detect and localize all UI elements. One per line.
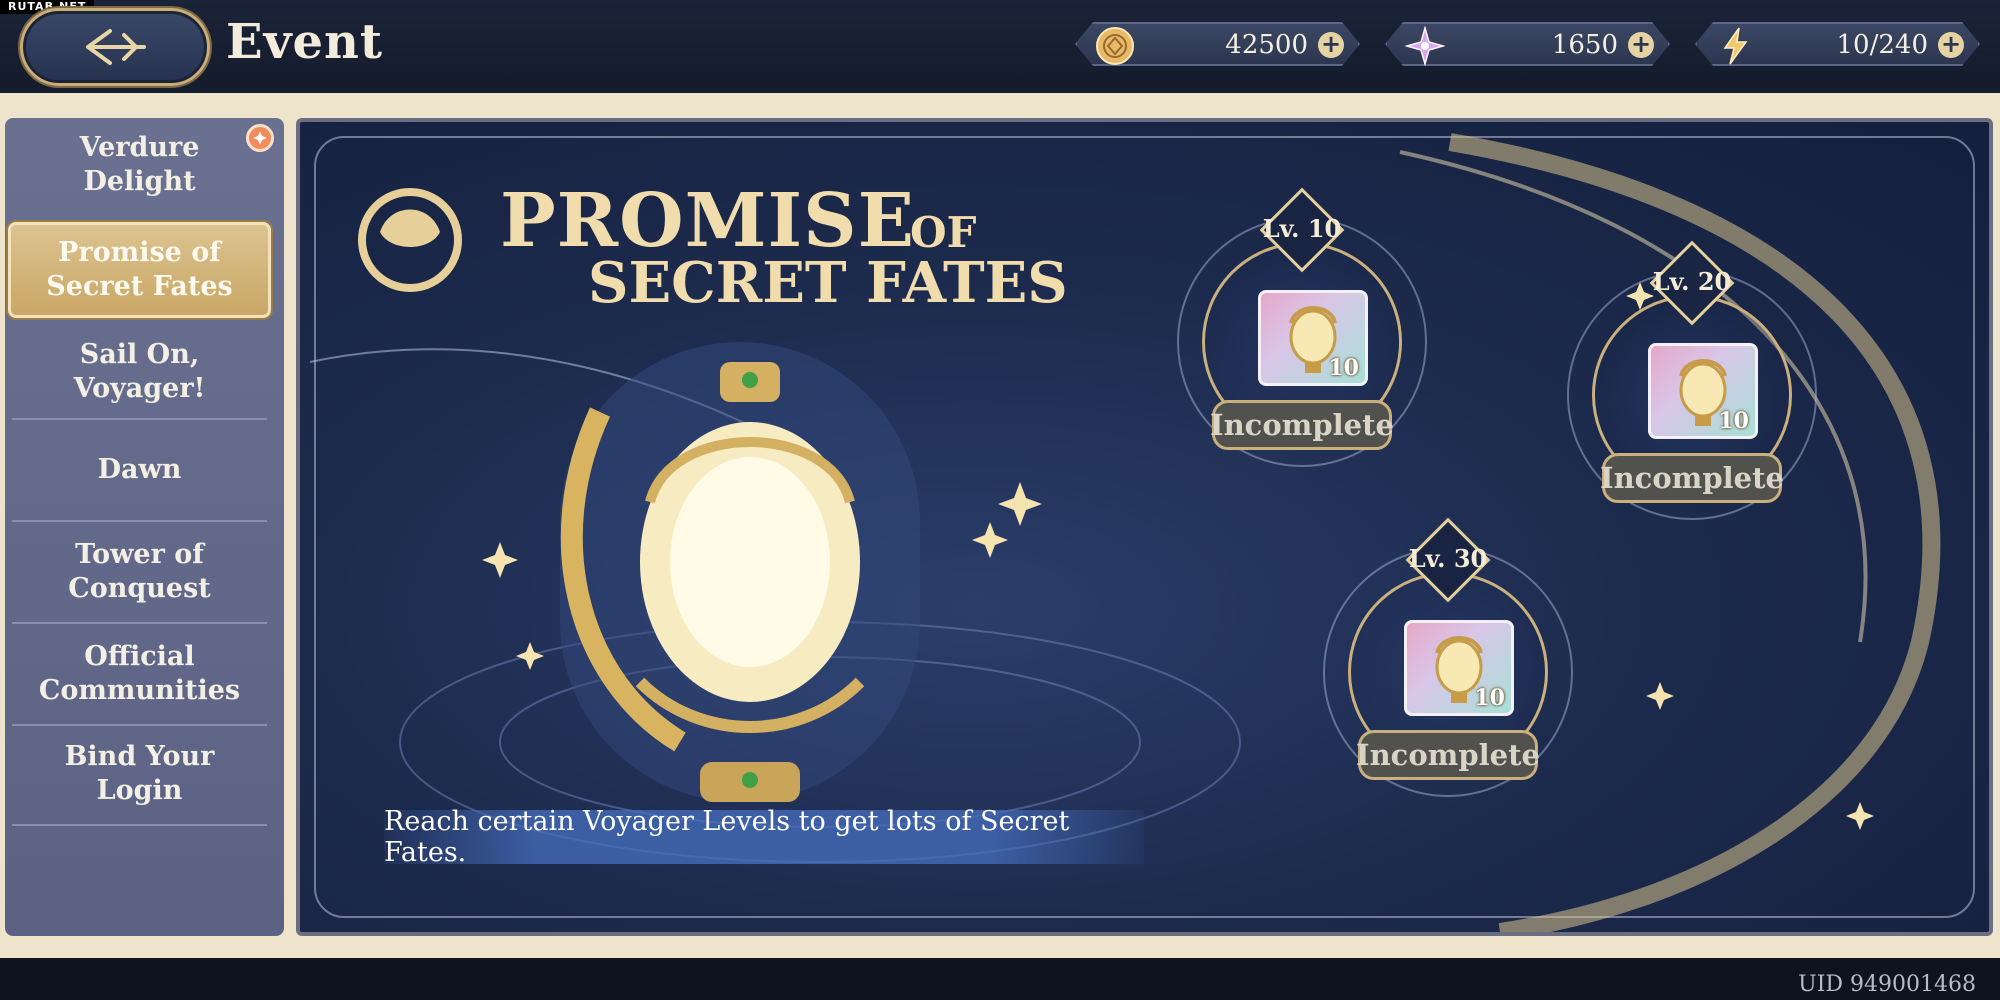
sidebar-divider <box>12 418 267 420</box>
level-label: Lv. 20 <box>1652 267 1732 296</box>
sidebar-item-label: Official Communities <box>38 641 241 706</box>
energy-value: 10/240 <box>1836 30 1928 60</box>
reward-node-lv30[interactable]: Lv. 30 10 Incomplete <box>1318 517 1578 822</box>
level-label: Lv. 10 <box>1262 214 1342 243</box>
back-button[interactable] <box>20 8 210 86</box>
add-crystals-button[interactable]: + <box>1628 32 1654 58</box>
sidebar-divider <box>12 824 267 826</box>
star-crystal-icon <box>1405 26 1445 66</box>
coin-value: 42500 <box>1225 30 1308 60</box>
reward-quantity: 10 <box>1328 355 1359 381</box>
reward-status-badge: Incomplete <box>1600 453 1784 503</box>
reward-node-lv20[interactable]: Lv. 20 10 Incomplete <box>1562 240 1822 545</box>
secret-fate-reward-card[interactable]: 10 <box>1648 343 1758 439</box>
sidebar-item-dawn[interactable]: Dawn <box>8 422 271 518</box>
sidebar-item-verdure-delight[interactable]: Verdure Delight <box>8 124 271 206</box>
currency-energy: 10/240 + <box>1695 22 1980 66</box>
add-coins-button[interactable]: + <box>1318 32 1344 58</box>
sidebar-item-label: Tower of Conquest <box>68 539 211 604</box>
new-alert-icon <box>246 124 274 152</box>
add-energy-button[interactable]: + <box>1938 32 1964 58</box>
sidebar-item-label: Verdure Delight <box>79 132 200 197</box>
currency-coins: 42500 + <box>1075 22 1360 66</box>
sidebar-item-official-communities[interactable]: Official Communities <box>8 626 271 722</box>
sidebar-divider <box>12 724 267 726</box>
sidebar-item-bind-your-login[interactable]: Bind Your Login <box>8 728 271 820</box>
event-description: Reach certain Voyager Levels to get lots… <box>384 806 1144 868</box>
sidebar-item-label: Bind Your Login <box>64 741 215 806</box>
reward-status-badge: Incomplete <box>1356 730 1540 780</box>
sidebar-item-promise-of-secret-fates[interactable]: Promise of Secret Fates <box>8 222 271 318</box>
sidebar-item-label: Sail On, Voyager! <box>73 339 206 404</box>
promo-title-sub: SECRET FATES <box>588 250 1068 316</box>
back-arrow-icon <box>86 29 146 65</box>
sidebar-item-label: Promise of Secret Fates <box>46 237 233 302</box>
lightning-icon <box>1715 26 1755 66</box>
reward-status-badge: Incomplete <box>1210 400 1394 450</box>
reward-quantity: 10 <box>1718 408 1749 434</box>
sidebar-divider <box>12 520 267 522</box>
sidebar-divider <box>12 622 267 624</box>
sidebar-item-tower-of-conquest[interactable]: Tower of Conquest <box>8 524 271 620</box>
page-title: Event <box>226 14 384 70</box>
bottom-bar <box>0 958 2000 1000</box>
uid-label: UID 949001468 <box>1798 972 1976 997</box>
sidebar-item-label: Dawn <box>97 454 182 485</box>
level-label: Lv. 30 <box>1408 544 1488 573</box>
crystal-value: 1650 <box>1551 30 1618 60</box>
reward-node-lv10[interactable]: Lv. 10 10 Incomplete <box>1172 187 1432 492</box>
secret-fate-reward-card[interactable]: 10 <box>1404 620 1514 716</box>
coin-icon <box>1095 26 1135 66</box>
currency-crystals: 1650 + <box>1385 22 1670 66</box>
reward-quantity: 10 <box>1474 685 1505 711</box>
secret-fate-reward-card[interactable]: 10 <box>1258 290 1368 386</box>
sidebar-item-sail-on-voyager[interactable]: Sail On, Voyager! <box>8 328 271 416</box>
event-banner: PROMISE OF SECRET FATES Reach certain Vo… <box>296 118 1993 936</box>
